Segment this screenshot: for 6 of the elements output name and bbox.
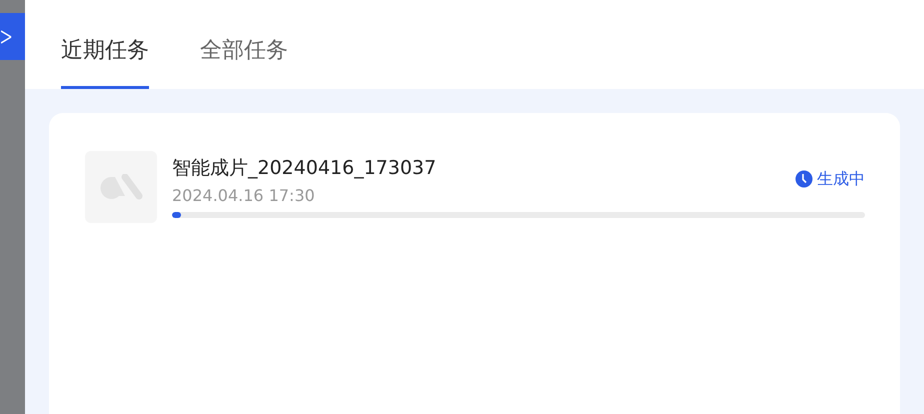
close-button[interactable] <box>0 13 25 60</box>
task-time: 2024.04.16 17:30 <box>172 185 316 207</box>
tab[interactable]: 全部任务 <box>200 36 288 89</box>
task-title: 智能成片_20240416_173037 <box>172 156 436 181</box>
task-status: 生成中 <box>795 167 865 191</box>
clock-icon <box>795 170 813 188</box>
